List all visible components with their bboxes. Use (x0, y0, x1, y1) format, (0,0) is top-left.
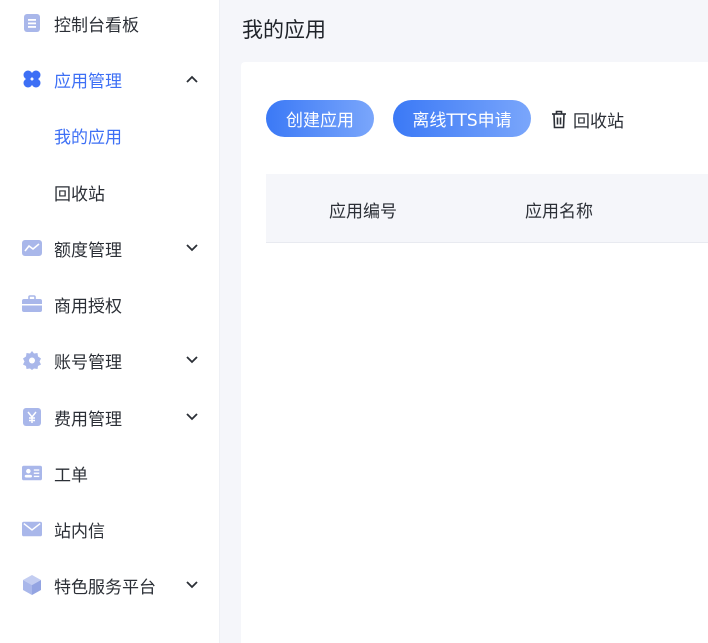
sidebar-item-label: 费用管理 (54, 409, 122, 430)
ticket-card-icon (22, 463, 42, 483)
sidebar-item-ticket[interactable]: 工单 (0, 451, 219, 495)
sidebar: 控制台看板 应用管理 我的应用 回收站 额度管理 商用授权 账号管理 费用管理 … (0, 0, 220, 643)
trash-icon (551, 110, 567, 129)
sidebar-item-label: 额度管理 (54, 240, 122, 261)
quota-chart-icon (22, 238, 42, 258)
column-header-app-id: 应用编号 (329, 202, 397, 222)
sidebar-subitem-recycle-bin[interactable]: 回收站 (0, 170, 219, 214)
dashboard-icon (22, 13, 42, 33)
cube-icon (22, 575, 42, 595)
chevron-up-icon[interactable] (184, 71, 200, 87)
sidebar-item-label: 控制台看板 (54, 15, 139, 36)
yen-icon (22, 407, 42, 427)
sidebar-item-label: 账号管理 (54, 352, 122, 373)
sidebar-item-commercial-license[interactable]: 商用授权 (0, 282, 219, 326)
apps-icon (22, 69, 42, 89)
sidebar-item-label: 应用管理 (54, 71, 122, 92)
chevron-down-icon[interactable] (184, 409, 200, 425)
page-title: 我的应用 (242, 18, 326, 42)
sidebar-item-quota-management[interactable]: 额度管理 (0, 226, 219, 270)
chevron-down-icon[interactable] (184, 577, 200, 593)
offline-tts-apply-button[interactable]: 离线TTS申请 (393, 100, 531, 137)
sidebar-item-account-management[interactable]: 账号管理 (0, 338, 219, 382)
sidebar-item-featured-services[interactable]: 特色服务平台 (0, 563, 219, 607)
column-header-app-name: 应用名称 (525, 202, 593, 222)
sidebar-item-billing-management[interactable]: 费用管理 (0, 395, 219, 439)
recycle-bin-button[interactable]: 回收站 (551, 104, 624, 134)
sidebar-item-label: 站内信 (54, 521, 105, 542)
sidebar-item-label: 工单 (54, 465, 88, 486)
table-header: 应用编号 应用名称 (266, 174, 708, 243)
sidebar-item-inbox[interactable]: 站内信 (0, 507, 219, 551)
chevron-down-icon[interactable] (184, 352, 200, 368)
sidebar-item-label: 回收站 (54, 184, 105, 205)
sidebar-subitem-my-apps[interactable]: 我的应用 (0, 113, 219, 157)
sidebar-item-label: 商用授权 (54, 296, 122, 317)
create-app-button[interactable]: 创建应用 (266, 100, 374, 137)
sidebar-item-label: 特色服务平台 (54, 577, 156, 598)
mail-icon (22, 519, 42, 539)
content-card: 创建应用 离线TTS申请 回收站 应用编号 应用名称 (241, 62, 708, 643)
sidebar-item-dashboard[interactable]: 控制台看板 (0, 1, 219, 45)
sidebar-item-app-management[interactable]: 应用管理 (0, 57, 219, 101)
recycle-bin-label: 回收站 (573, 111, 624, 132)
briefcase-icon (22, 294, 42, 314)
main-content: 我的应用 创建应用 离线TTS申请 回收站 应用编号 应用名称 (220, 0, 708, 643)
chevron-down-icon[interactable] (184, 240, 200, 256)
sidebar-item-label: 我的应用 (54, 127, 122, 148)
gear-icon (22, 350, 42, 370)
